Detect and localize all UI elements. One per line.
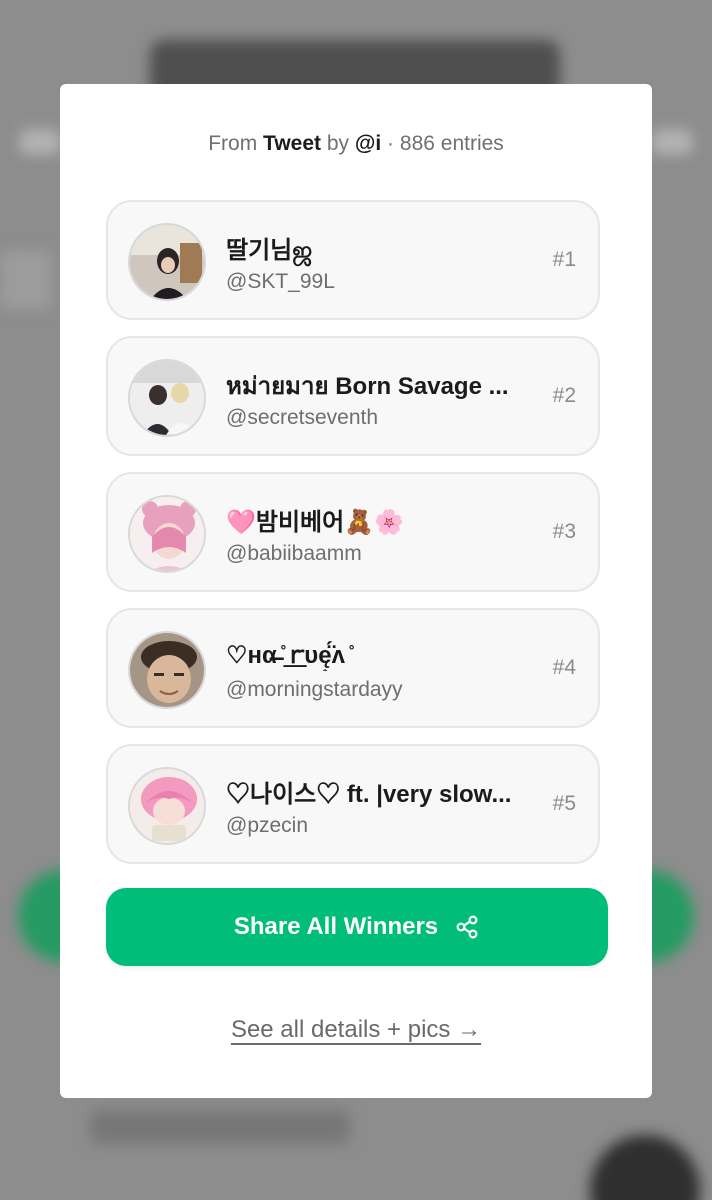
entries-count: 886 entries [399,132,504,155]
winner-name: หม่ายมาย Born Savage ... [226,373,509,400]
avatar[interactable] [128,495,206,573]
background-element [90,1110,350,1144]
winner-name: ♡нα̶̶̶̶̶̶ ̊ ͟ꭈᴜę͙̈̈́ʌ ̊ [226,642,352,669]
winner-card[interactable]: 🩷밤비베어🧸🌸 @babiibaamm #3 [106,472,600,592]
winners-list: 딸기님ஜ @SKT_99L #1 หม่ายมาย Born Savage ..… [106,200,600,880]
winner-handle[interactable]: @babiibaamm [226,542,362,566]
winner-rank: #5 [552,792,576,815]
winner-name: 딸기님ஜ [226,237,313,264]
source-separator: · [387,132,395,155]
background-fab [590,1135,700,1200]
source-prefix: From [208,132,258,155]
source-author[interactable]: @i [355,132,381,155]
winner-card[interactable]: 딸기님ஜ @SKT_99L #1 [106,200,600,320]
share-button-label: Share All Winners [233,913,439,940]
background-element [20,130,60,154]
winner-rank: #4 [552,656,576,679]
winner-rank: #1 [552,248,576,271]
source-by: by [326,132,350,155]
background-element [652,130,692,154]
winner-handle[interactable]: @SKT_99L [226,270,335,294]
share-icon [454,914,480,940]
winner-handle[interactable]: @pzecin [226,814,308,838]
winner-name: ♡나이스♡ ft. |very slow... [226,781,512,808]
winner-card[interactable]: ♡нα̶̶̶̶̶̶ ̊ ͟ꭈᴜę͙̈̈́ʌ ̊ @morningstardayy… [106,608,600,728]
see-all-details-link[interactable]: See all details + pics → [231,1016,481,1043]
details-link-row: See all details + pics → [60,1016,652,1044]
avatar[interactable] [128,631,206,709]
background-element [0,250,52,310]
winner-card[interactable]: ♡나이스♡ ft. |very slow... @pzecin #5 [106,744,600,864]
avatar[interactable] [128,223,206,301]
winner-handle[interactable]: @secretseventh [226,406,378,430]
source-type[interactable]: Tweet [263,132,321,155]
avatar[interactable] [128,359,206,437]
share-all-winners-button[interactable]: Share All Winners [106,888,608,966]
winner-rank: #2 [552,384,576,407]
winner-card[interactable]: หม่ายมาย Born Savage ... @secretseventh … [106,336,600,456]
winners-modal: From Tweet by @i · 886 entries 딸기님ஜ @SKT… [60,84,652,1098]
winner-name: 🩷밤비베어🧸🌸 [226,509,404,536]
source-line: From Tweet by @i · 886 entries [60,132,652,156]
avatar[interactable] [128,767,206,845]
winner-rank: #3 [552,520,576,543]
winner-handle[interactable]: @morningstardayy [226,678,403,702]
